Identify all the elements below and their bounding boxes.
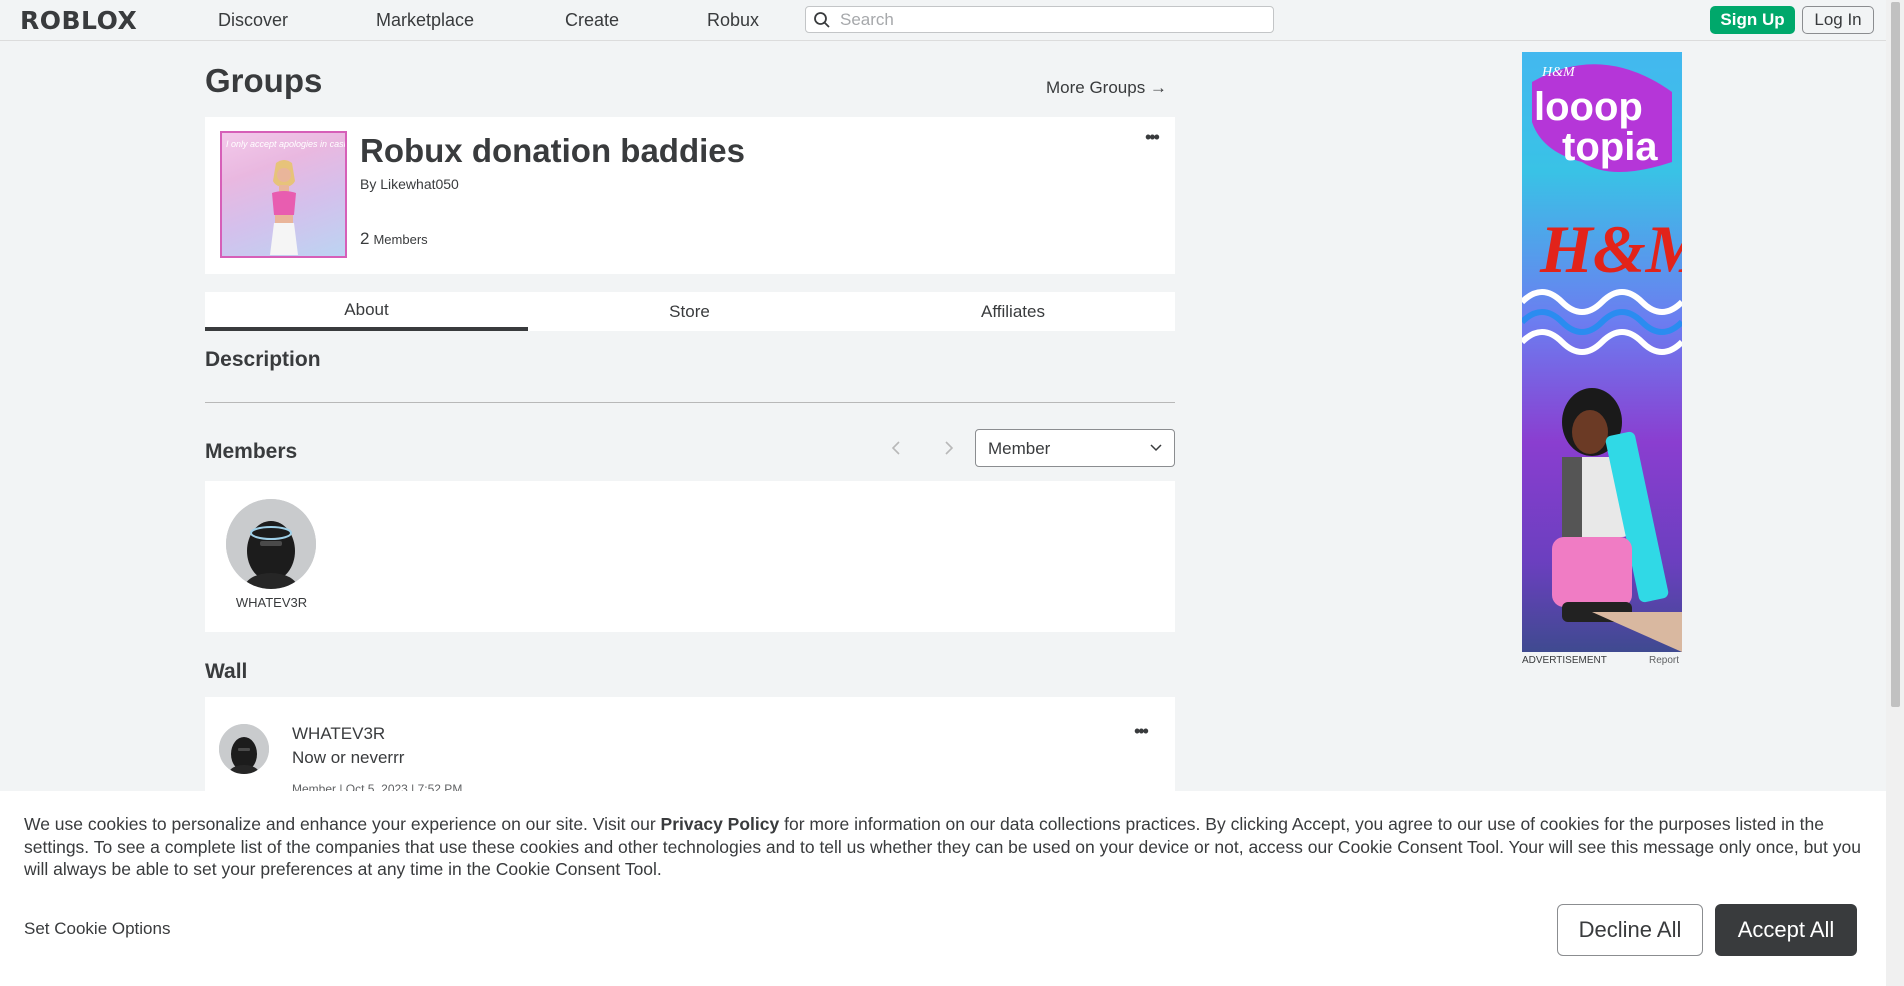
avatar-image <box>226 499 316 589</box>
set-cookie-options-link[interactable]: Set Cookie Options <box>24 919 170 939</box>
ad-headline-1: looop <box>1534 85 1643 129</box>
wall-post: WHATEV3R Now or neverrr Member | Oct 5, … <box>205 697 1175 797</box>
section-divider <box>205 402 1175 403</box>
members-list: WHATEV3R <box>205 481 1175 632</box>
sign-up-button[interactable]: Sign Up <box>1710 6 1795 34</box>
scrollbar-thumb[interactable] <box>1891 2 1900 707</box>
more-options-icon[interactable]: ••• <box>1145 127 1160 148</box>
chevron-down-icon <box>1150 444 1162 452</box>
accept-all-button[interactable]: Accept All <box>1715 904 1857 956</box>
chevron-right-icon[interactable] <box>942 440 956 456</box>
member-count-label: Members <box>373 232 428 247</box>
ad-artwork: H&M looop topia H&M <box>1522 64 1682 652</box>
page-scrollbar[interactable] <box>1886 0 1904 986</box>
by-label: By <box>360 176 377 192</box>
advertisement-label: ADVERTISEMENT <box>1522 655 1607 666</box>
search-box[interactable] <box>805 6 1274 33</box>
group-owner-line: By Likewhat050 <box>360 176 459 192</box>
nav-discover[interactable]: Discover <box>218 10 288 31</box>
ad-report-link[interactable]: Report <box>1649 655 1679 666</box>
nav-marketplace[interactable]: Marketplace <box>376 10 474 31</box>
post-options-icon[interactable]: ••• <box>1134 721 1149 742</box>
cookie-consent-banner: We use cookies to personalize and enhanc… <box>0 791 1886 986</box>
member-role-dropdown[interactable]: Member <box>975 429 1175 467</box>
decline-all-button[interactable]: Decline All <box>1557 904 1703 956</box>
group-name: Robux donation baddies <box>360 132 745 169</box>
search-icon <box>814 12 830 28</box>
post-author-name[interactable]: WHATEV3R <box>292 724 385 744</box>
nav-robux[interactable]: Robux <box>707 10 759 31</box>
cookie-text-before: We use cookies to personalize and enhanc… <box>24 814 661 834</box>
advertisement-banner[interactable]: H&M looop topia H&M <box>1522 52 1682 652</box>
more-groups-link[interactable]: More Groups → <box>1046 78 1167 98</box>
top-navigation-bar: ROBLOX Discover Marketplace Create Robux… <box>0 0 1886 41</box>
post-body: Now or neverrr <box>292 748 405 767</box>
roblox-logo[interactable]: ROBLOX <box>20 6 137 35</box>
avatar-image <box>219 724 269 774</box>
group-header-card: I only accept apologies in cash Robux do… <box>205 117 1175 274</box>
wall-heading: Wall <box>205 660 248 683</box>
member-item[interactable]: WHATEV3R <box>205 481 338 632</box>
person-figure-image <box>270 160 298 255</box>
tab-store[interactable]: Store <box>528 292 851 331</box>
cookie-message: We use cookies to personalize and enhanc… <box>24 813 1874 881</box>
search-input[interactable] <box>838 9 1262 31</box>
tab-affiliates[interactable]: Affiliates <box>851 292 1175 331</box>
page-title: Groups <box>205 62 323 99</box>
group-thumbnail: I only accept apologies in cash <box>220 131 347 258</box>
ad-brand-small: H&M <box>1541 65 1576 80</box>
member-count: 2 Members <box>360 229 428 249</box>
post-author-avatar[interactable] <box>219 724 269 774</box>
group-tabs: About Store Affiliates <box>205 292 1175 331</box>
log-in-button[interactable]: Log In <box>1802 6 1874 34</box>
ad-headline-2: topia <box>1562 125 1658 169</box>
thumbnail-caption: I only accept apologies in cash <box>226 139 347 149</box>
description-heading: Description <box>205 348 321 371</box>
member-avatar[interactable] <box>226 499 316 589</box>
nav-create[interactable]: Create <box>565 10 619 31</box>
group-owner-link[interactable]: Likewhat050 <box>380 176 459 192</box>
member-name[interactable]: WHATEV3R <box>205 595 338 610</box>
tab-about[interactable]: About <box>205 292 528 331</box>
privacy-policy-link[interactable]: Privacy Policy <box>661 814 780 834</box>
member-count-value: 2 <box>360 229 370 248</box>
members-heading: Members <box>205 440 298 463</box>
ad-brand-large: H&M <box>1539 211 1682 287</box>
chevron-left-icon[interactable] <box>889 440 903 456</box>
role-dropdown-value: Member <box>988 439 1051 458</box>
